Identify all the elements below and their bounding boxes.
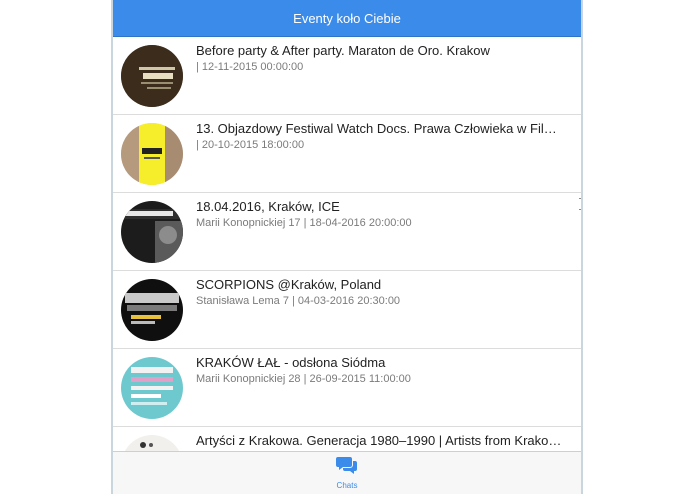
event-title: Before party & After party. Maraton de O… xyxy=(196,43,490,58)
event-title: KRAKÓW ŁAŁ - odsłona Siódma xyxy=(196,355,386,370)
event-thumbnail xyxy=(121,357,183,419)
chat-bubbles-icon xyxy=(336,455,358,480)
event-meta: | 20-10-2015 18:00:00 xyxy=(196,139,305,151)
event-title: 18.04.2016, Kraków, ICE xyxy=(196,199,340,214)
event-title: 13. Objazdowy Festiwal Watch Docs. Prawa… xyxy=(196,121,557,136)
tab-bar: Chats xyxy=(113,451,581,494)
tab-chats-label: Chats xyxy=(336,481,358,490)
event-meta: Marii Konopnickiej 28 | 26-09-2015 11:00… xyxy=(196,373,411,385)
phone-screen: Eventy koło Ciebie Before party & After … xyxy=(111,0,583,494)
event-thumbnail xyxy=(121,279,183,341)
event-thumbnail xyxy=(121,123,183,185)
event-title: Artyści z Krakowa. Generacja 1980–1990 |… xyxy=(196,433,562,448)
page-title: Eventy koło Ciebie xyxy=(293,10,401,26)
event-thumbnail xyxy=(121,201,183,263)
event-thumbnail xyxy=(121,45,183,107)
event-list-item[interactable]: 18.04.2016, Kraków, ICE Marii Konopnicki… xyxy=(113,193,581,271)
tab-chats[interactable]: Chats xyxy=(317,452,377,490)
event-list: Before party & After party. Maraton de O… xyxy=(113,37,581,494)
event-list-item[interactable]: KRAKÓW ŁAŁ - odsłona Siódma Marii Konopn… xyxy=(113,349,581,427)
scroll-indicator xyxy=(579,198,581,210)
event-meta: Stanisława Lema 7 | 04-03-2016 20:30:00 xyxy=(196,295,401,307)
event-meta: | 12-11-2015 00:00:00 xyxy=(196,61,304,73)
app-header: Eventy koło Ciebie xyxy=(113,0,581,37)
event-meta: Marii Konopnickiej 17 | 18-04-2016 20:00… xyxy=(196,217,412,229)
event-list-item[interactable]: Before party & After party. Maraton de O… xyxy=(113,37,581,115)
event-title: SCORPIONS @Kraków, Poland xyxy=(196,277,382,292)
event-list-item[interactable]: 13. Objazdowy Festiwal Watch Docs. Prawa… xyxy=(113,115,581,193)
event-list-item[interactable]: SCORPIONS @Kraków, Poland Stanisława Lem… xyxy=(113,271,581,349)
